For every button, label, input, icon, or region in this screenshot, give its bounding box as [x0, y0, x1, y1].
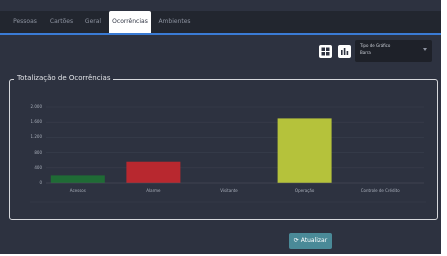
- y-tick-label: 800: [34, 149, 42, 155]
- y-tick-label: 0: [39, 180, 42, 185]
- x-tick-label: Visitante: [220, 188, 238, 193]
- x-tick-label: Alarme: [146, 188, 161, 193]
- refresh-icon: ⟳: [293, 237, 299, 244]
- y-tick-label: 2.000: [30, 104, 42, 109]
- y-tick-label: 1.200: [30, 134, 42, 140]
- y-tick-label: 400: [34, 164, 42, 170]
- refresh-label: Atualizar: [300, 237, 328, 244]
- x-tick-label: Controle de Crédito: [360, 188, 400, 193]
- bar-3[interactable]: [277, 118, 332, 183]
- bar-0[interactable]: [50, 175, 105, 183]
- occurrences-chart: [30, 106, 426, 203]
- y-tick-label: 1.600: [30, 119, 42, 125]
- bar-1[interactable]: [126, 161, 181, 183]
- refresh-button[interactable]: ⟳ Atualizar: [289, 233, 332, 249]
- x-tick-label: Operação: [294, 188, 315, 193]
- app-window: Pessoas Cartões Geral Ocorrências Ambien…: [0, 0, 441, 254]
- x-tick-label: Acessos: [69, 188, 86, 193]
